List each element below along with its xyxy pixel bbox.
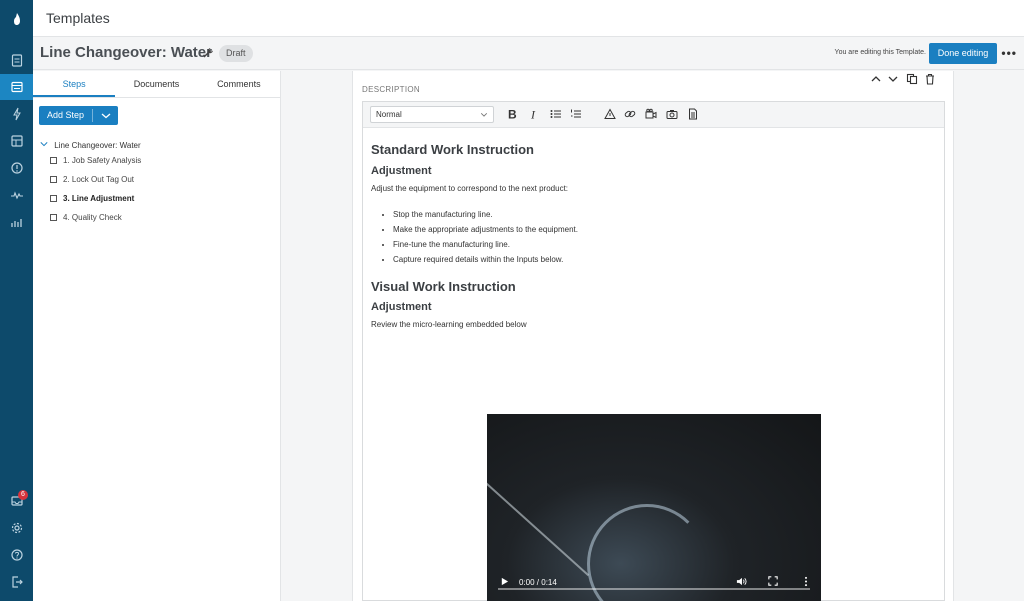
subheading-adjustment-1: Adjustment — [371, 165, 432, 177]
step-item-active[interactable]: 3. Line Adjustment — [50, 194, 134, 203]
step-item[interactable]: 4. Quality Check — [50, 213, 122, 222]
step-checkbox[interactable] — [50, 214, 57, 221]
templates-icon[interactable] — [0, 74, 33, 100]
template-header: Line Changeover: Water Draft You are edi… — [33, 37, 1024, 70]
add-step-button[interactable]: Add Step — [39, 106, 118, 125]
subheading-adjustment-2: Adjustment — [371, 301, 432, 313]
tab-documents[interactable]: Documents — [115, 71, 197, 97]
right-gutter — [955, 71, 1024, 601]
step-label: 4. Quality Check — [63, 213, 122, 222]
tree-root[interactable]: Line Changeover: Water — [40, 140, 141, 150]
bullet-list-icon[interactable] — [549, 107, 563, 121]
svg-text:I: I — [530, 108, 536, 120]
step-checkbox[interactable] — [50, 157, 57, 164]
step-item[interactable]: 1. Job Safety Analysis — [50, 156, 141, 165]
list-item: Capture required details within the Inpu… — [393, 255, 771, 270]
chevron-down-icon — [480, 107, 488, 127]
instruction-list: Stop the manufacturing line. Make the ap… — [371, 210, 771, 270]
settings-icon[interactable] — [0, 515, 33, 541]
wrench-icon[interactable] — [201, 46, 215, 60]
numbered-list-icon[interactable] — [569, 107, 583, 121]
trash-icon[interactable] — [924, 73, 936, 88]
notification-badge: 6 — [18, 490, 28, 500]
step-label: 2. Lock Out Tag Out — [63, 175, 135, 184]
step-checkbox[interactable] — [50, 195, 57, 202]
chevron-down-icon[interactable] — [101, 106, 111, 132]
caret-down-icon[interactable] — [40, 141, 50, 150]
step-item[interactable]: 2. Lock Out Tag Out — [50, 175, 134, 184]
video-frame-detail — [487, 474, 590, 577]
panel-tabs: Steps Documents Comments — [33, 71, 280, 98]
video-icon[interactable] — [644, 107, 658, 121]
play-icon[interactable] — [500, 577, 509, 588]
video-progress-bar[interactable] — [498, 588, 810, 590]
duplicate-icon[interactable] — [906, 73, 918, 88]
nav-rail: 6 — [0, 0, 33, 601]
add-step-label: Add Step — [47, 110, 85, 120]
template-name[interactable]: Line Changeover: Water — [40, 44, 212, 61]
heading-standard: Standard Work Instruction — [371, 142, 534, 157]
help-icon[interactable] — [0, 542, 33, 568]
warning-icon[interactable] — [603, 107, 617, 121]
tab-steps[interactable]: Steps — [33, 71, 116, 97]
status-badge: Draft — [219, 45, 253, 62]
bolt-icon[interactable] — [0, 101, 33, 127]
clipboard-icon[interactable] — [0, 47, 33, 73]
inbox-icon[interactable]: 6 — [0, 488, 33, 514]
video-controls: 0:00 / 0:14 — [487, 567, 821, 601]
logout-icon[interactable] — [0, 569, 33, 595]
step-checkbox[interactable] — [50, 176, 57, 183]
video-time: 0:00 / 0:14 — [519, 578, 557, 587]
editor-toolbar: Normal B I — [363, 102, 944, 128]
fullscreen-icon[interactable] — [768, 576, 778, 588]
analytics-icon[interactable] — [0, 209, 33, 235]
steps-panel: Steps Documents Comments Add Step Line C… — [33, 71, 281, 601]
list-item: Make the appropriate adjustments to the … — [393, 225, 771, 240]
move-up-icon[interactable] — [870, 73, 882, 88]
description-label: DESCRIPTION — [362, 85, 420, 94]
left-gutter — [282, 71, 352, 601]
camera-icon[interactable] — [665, 107, 679, 121]
logo-icon[interactable] — [0, 6, 33, 32]
list-item: Stop the manufacturing line. — [393, 210, 771, 225]
alert-icon[interactable] — [0, 155, 33, 181]
report-icon[interactable] — [0, 128, 33, 154]
list-item: Fine-tune the manufacturing line. — [393, 240, 771, 255]
top-bar: Templates — [33, 0, 1024, 37]
tab-comments[interactable]: Comments — [198, 71, 280, 97]
step-label: 1. Job Safety Analysis — [63, 156, 142, 165]
format-value: Normal — [376, 110, 402, 119]
bold-icon[interactable]: B — [505, 107, 519, 121]
move-down-icon[interactable] — [887, 73, 899, 88]
step-content: DESCRIPTION Normal B I Standard Work Ins… — [352, 71, 954, 601]
step-label: 3. Line Adjustment — [63, 194, 135, 203]
tree-root-label: Line Changeover: Water — [54, 141, 141, 150]
italic-icon[interactable]: I — [527, 107, 541, 121]
more-options-icon[interactable]: ••• — [1001, 46, 1017, 60]
link-icon[interactable] — [623, 107, 637, 121]
pulse-icon[interactable] — [0, 182, 33, 208]
heading-visual: Visual Work Instruction — [371, 279, 516, 294]
document-icon[interactable] — [686, 107, 700, 121]
paragraph-1: Adjust the equipment to correspond to th… — [371, 184, 569, 193]
paragraph-2: Review the micro-learning embedded below — [371, 320, 527, 329]
editing-notice: You are editing this Template. — [834, 49, 926, 56]
done-editing-button[interactable]: Done editing — [929, 43, 997, 64]
page-title: Templates — [46, 10, 110, 26]
format-select[interactable]: Normal — [370, 106, 494, 123]
svg-text:B: B — [508, 108, 517, 120]
embedded-video[interactable]: 0:00 / 0:14 — [487, 414, 821, 601]
button-divider — [92, 109, 93, 122]
